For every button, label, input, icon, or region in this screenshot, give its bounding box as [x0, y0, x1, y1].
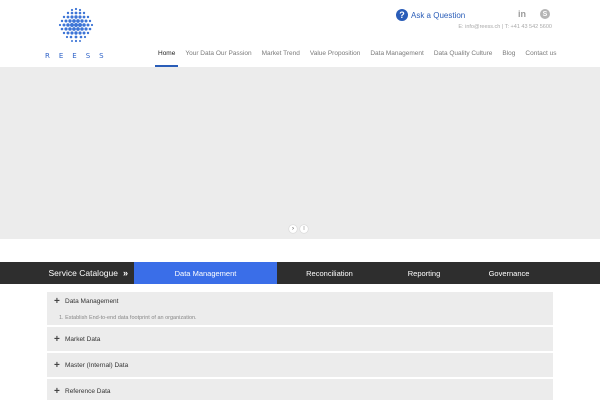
accordion-header-market-data[interactable]: + Market Data [47, 327, 553, 351]
accordion-header-reference-data[interactable]: + Reference Data [47, 379, 553, 400]
contact-info: E: info@reess.ch | T: +41 43 542 5600 [458, 24, 552, 30]
service-tab-reporting[interactable]: Reporting [382, 262, 466, 284]
service-catalogue-label: Service Catalogue [48, 268, 118, 278]
double-chevron-icon: » [122, 268, 128, 278]
site-header: REESS ? Ask a Question in S E: info@rees… [0, 0, 600, 67]
accordion-item: + Market Data [47, 327, 553, 351]
linkedin-icon[interactable]: in [517, 9, 527, 19]
accordion-title: Data Management [65, 297, 119, 305]
question-icon: ? [396, 9, 408, 21]
skype-icon[interactable]: S [540, 9, 550, 19]
nav-item-home[interactable]: Home [153, 48, 180, 67]
nav-item-data-quality-culture[interactable]: Data Quality Culture [429, 48, 498, 67]
accordion-title: Reference Data [65, 387, 111, 395]
hero-slider: › II [0, 67, 600, 239]
accordion-item: + Master (Internal) Data [47, 353, 553, 377]
service-tab-data-management[interactable]: Data Management [134, 262, 277, 284]
accordion-item: + Reference Data [47, 379, 553, 400]
accordion-title: Market Data [65, 335, 101, 343]
plus-icon: + [54, 295, 60, 307]
nav-item-your-data-our-passion[interactable]: Your Data Our Passion [180, 48, 256, 67]
nav-item-blog[interactable]: Blog [497, 48, 520, 67]
service-accordion: + Data Management 1. Establish End-to-en… [47, 292, 553, 400]
main-nav: Home Your Data Our Passion Market Trend … [153, 48, 561, 67]
nav-item-market-trend[interactable]: Market Trend [257, 48, 305, 67]
plus-icon: + [54, 359, 60, 371]
slider-next-icon[interactable]: › [289, 225, 297, 233]
slider-pause-icon[interactable]: II [300, 225, 308, 233]
ask-question-link[interactable]: ? Ask a Question [396, 8, 465, 22]
service-catalogue-title: Service Catalogue » [0, 262, 134, 284]
accordion-header-data-management[interactable]: + Data Management [47, 292, 553, 310]
nav-item-value-proposition[interactable]: Value Proposition [305, 48, 365, 67]
service-tab-governance[interactable]: Governance [466, 262, 552, 284]
nav-item-contact-us[interactable]: Contact us [520, 48, 561, 67]
logo-dots-graphic [58, 7, 94, 43]
slider-controls: › II [289, 225, 308, 233]
logo-wordmark: REESS [45, 52, 113, 60]
accordion-content: 1. Establish End-to-end data footprint o… [59, 315, 197, 321]
reess-logo[interactable]: REESS [45, 6, 107, 62]
plus-icon: + [54, 333, 60, 345]
ask-question-label: Ask a Question [411, 10, 466, 20]
service-tab-reconciliation[interactable]: Reconciliation [277, 262, 382, 284]
plus-icon: + [54, 385, 60, 397]
accordion-header-master-internal-data[interactable]: + Master (Internal) Data [47, 353, 553, 377]
accordion-item: + Data Management 1. Establish End-to-en… [47, 292, 553, 325]
accordion-title: Master (Internal) Data [65, 361, 129, 369]
service-catalogue-bar: Service Catalogue » Data Management Reco… [0, 262, 600, 284]
nav-item-data-management[interactable]: Data Management [365, 48, 428, 67]
